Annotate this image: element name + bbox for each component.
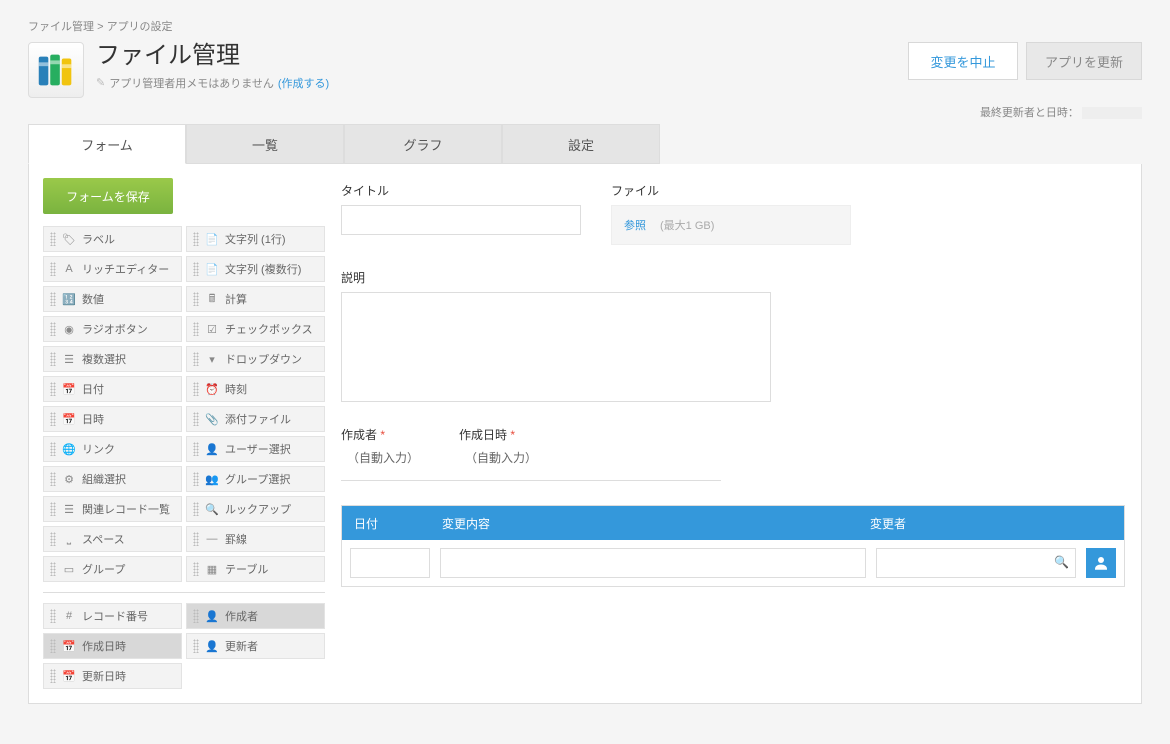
- tab-list[interactable]: 一覧: [186, 124, 344, 164]
- multiselect-icon: ☰: [62, 352, 76, 366]
- palette-text-single[interactable]: 📄文字列 (1行): [186, 226, 325, 252]
- app-icon: [28, 42, 84, 98]
- palette-label[interactable]: 🏷ラベル: [43, 226, 182, 252]
- palette-attachment[interactable]: 📎添付ファイル: [186, 406, 325, 432]
- palette-time[interactable]: ⏰時刻: [186, 376, 325, 402]
- hr-icon: —: [205, 532, 219, 546]
- row-content-input[interactable]: [440, 548, 866, 578]
- user-icon: 👤: [205, 442, 219, 456]
- text-multi-icon: 📄: [205, 262, 219, 276]
- tabs: フォーム 一覧 グラフ 設定: [28, 124, 1142, 164]
- title-input[interactable]: [341, 205, 581, 235]
- palette-hr[interactable]: —罫線: [186, 526, 325, 552]
- table-row: 🔍: [342, 540, 1124, 586]
- calc-icon: 🖩: [205, 292, 219, 306]
- user-picker-button[interactable]: [1086, 548, 1116, 578]
- tab-graph[interactable]: グラフ: [344, 124, 502, 164]
- create-memo-link[interactable]: (作成する): [278, 75, 329, 91]
- row-date-input[interactable]: [350, 548, 430, 578]
- clock-icon: ⏰: [205, 382, 219, 396]
- admin-memo-text: アプリ管理者用メモはありません: [109, 75, 274, 91]
- palette-group[interactable]: ▭グループ: [43, 556, 182, 582]
- palette-calc[interactable]: 🖩計算: [186, 286, 325, 312]
- user-icon: 👤: [205, 639, 219, 653]
- palette-multiselect[interactable]: ☰複数選択: [43, 346, 182, 372]
- globe-icon: 🌐: [62, 442, 76, 456]
- dropdown-icon: ▾: [205, 352, 219, 366]
- palette-date[interactable]: 📅日付: [43, 376, 182, 402]
- text-icon: 📄: [205, 232, 219, 246]
- list-icon: ☰: [62, 502, 76, 516]
- user-icon: 👤: [205, 609, 219, 623]
- palette-link[interactable]: 🌐リンク: [43, 436, 182, 462]
- creator-value: （自動入力）: [341, 449, 419, 466]
- th-modifier: 変更者: [864, 515, 1124, 532]
- description-input[interactable]: [341, 292, 771, 402]
- title-label: タイトル: [341, 182, 581, 199]
- breadcrumb: ファイル管理 > アプリの設定: [28, 18, 1142, 34]
- palette-related-records[interactable]: ☰関連レコード一覧: [43, 496, 182, 522]
- palette-org-select[interactable]: ⚙組織選択: [43, 466, 182, 492]
- palette-modifier[interactable]: 👤更新者: [186, 633, 325, 659]
- form-canvas: タイトル ファイル 参照 (最大1 GB) 説明 作成者 *: [339, 178, 1127, 689]
- file-label: ファイル: [611, 182, 851, 199]
- th-content: 変更内容: [442, 515, 864, 532]
- search-icon: 🔍: [205, 502, 219, 516]
- created-at-label: 作成日時: [459, 428, 507, 442]
- palette-checkbox[interactable]: ☑チェックボックス: [186, 316, 325, 342]
- file-browse-link[interactable]: 参照: [624, 217, 646, 233]
- search-icon: 🔍: [1054, 555, 1069, 569]
- breadcrumb-current: アプリの設定: [107, 21, 173, 33]
- file-max-text: (最大1 GB): [660, 217, 714, 233]
- last-updated-value: [1082, 107, 1142, 119]
- last-updated-label: 最終更新者と日時：: [980, 107, 1079, 119]
- page-title: ファイル管理: [96, 42, 896, 71]
- creator-label: 作成者: [341, 428, 377, 442]
- checkbox-icon: ☑: [205, 322, 219, 336]
- palette-number[interactable]: 🔢数値: [43, 286, 182, 312]
- calendar-icon: 📅: [62, 412, 76, 426]
- palette-updated-at[interactable]: 📅更新日時: [43, 663, 182, 689]
- radio-icon: ◉: [62, 322, 76, 336]
- group-icon: 👥: [205, 472, 219, 486]
- space-icon: ⎵: [62, 532, 76, 546]
- palette-created-at[interactable]: 📅作成日時: [43, 633, 182, 659]
- palette-dropdown[interactable]: ▾ドロップダウン: [186, 346, 325, 372]
- palette-text-multi[interactable]: 📄文字列 (複数行): [186, 256, 325, 282]
- cancel-changes-button[interactable]: 変更を中止: [908, 42, 1018, 80]
- palette-creator[interactable]: 👤作成者: [186, 603, 325, 629]
- palette-lookup[interactable]: 🔍ルックアップ: [186, 496, 325, 522]
- palette-group-select[interactable]: 👥グループ選択: [186, 466, 325, 492]
- save-form-button[interactable]: フォームを保存: [43, 178, 173, 214]
- memo-icon: ✎: [96, 76, 105, 89]
- folder-icon: ▭: [62, 562, 76, 576]
- number-icon: #: [62, 609, 76, 623]
- description-label: 説明: [341, 269, 771, 286]
- calendar-icon: 📅: [62, 669, 76, 683]
- palette-user-select[interactable]: 👤ユーザー選択: [186, 436, 325, 462]
- calendar-icon: 📅: [62, 639, 76, 653]
- th-date: 日付: [342, 515, 442, 532]
- subtable: 日付 変更内容 変更者 🔍: [341, 505, 1125, 587]
- update-app-button[interactable]: アプリを更新: [1026, 42, 1142, 80]
- tag-icon: 🏷: [62, 232, 76, 246]
- a-icon: A: [62, 262, 76, 276]
- tab-settings[interactable]: 設定: [502, 124, 660, 164]
- calendar-icon: 📅: [62, 382, 76, 396]
- palette-record-number[interactable]: #レコード番号: [43, 603, 182, 629]
- palette-rich-editor[interactable]: Aリッチエディター: [43, 256, 182, 282]
- tab-form[interactable]: フォーム: [28, 124, 186, 164]
- palette-space[interactable]: ⎵スペース: [43, 526, 182, 552]
- org-icon: ⚙: [62, 472, 76, 486]
- palette-datetime[interactable]: 📅日時: [43, 406, 182, 432]
- created-at-value: （自動入力）: [459, 449, 537, 466]
- palette-table[interactable]: ▦テーブル: [186, 556, 325, 582]
- file-drop[interactable]: 参照 (最大1 GB): [611, 205, 851, 245]
- row-modifier-input[interactable]: 🔍: [876, 548, 1076, 578]
- table-icon: ▦: [205, 562, 219, 576]
- number-icon: 🔢: [62, 292, 76, 306]
- palette-radio[interactable]: ◉ラジオボタン: [43, 316, 182, 342]
- breadcrumb-root[interactable]: ファイル管理: [28, 21, 94, 33]
- clip-icon: 📎: [205, 412, 219, 426]
